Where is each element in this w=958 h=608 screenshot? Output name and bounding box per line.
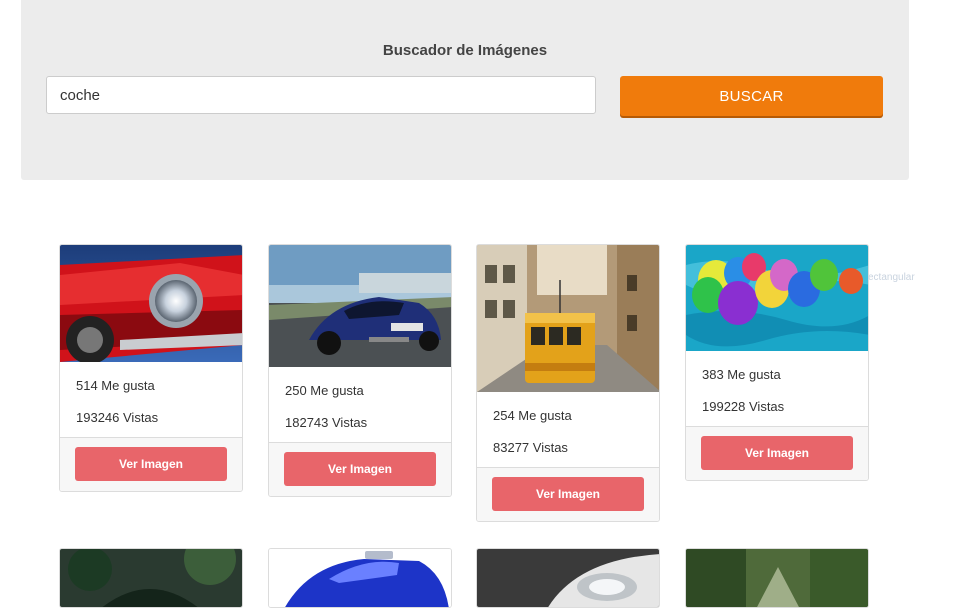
result-card: 383 Me gusta 199228 Vistas Ver Imagen [685, 244, 869, 481]
likes-count: 254 Me gusta [493, 408, 572, 423]
ghost-label: ectangular [868, 272, 915, 283]
result-card [685, 548, 869, 608]
views-count: 182743 Vistas [285, 415, 368, 430]
likes-count: 383 Me gusta [702, 367, 781, 382]
result-image[interactable] [60, 245, 242, 362]
view-image-button[interactable]: Ver Imagen [701, 436, 853, 470]
card-body: 254 Me gusta 83277 Vistas [477, 392, 659, 467]
search-button[interactable]: BUSCAR [620, 76, 883, 116]
views-count: 193246 Vistas [76, 410, 159, 425]
view-image-button[interactable]: Ver Imagen [492, 477, 644, 511]
card-footer: Ver Imagen [60, 437, 242, 491]
view-image-button[interactable]: Ver Imagen [75, 447, 227, 481]
result-image[interactable] [269, 245, 451, 367]
result-image[interactable] [686, 549, 868, 607]
result-image[interactable] [60, 549, 242, 607]
result-card [268, 548, 452, 608]
card-footer: Ver Imagen [477, 467, 659, 521]
search-input[interactable] [46, 76, 596, 114]
likes-count: 514 Me gusta [76, 378, 155, 393]
result-card [59, 548, 243, 608]
card-footer: Ver Imagen [686, 426, 868, 480]
likes-count: 250 Me gusta [285, 383, 364, 398]
views-count: 83277 Vistas [493, 440, 568, 455]
search-panel: Buscador de Imágenes BUSCAR [21, 0, 909, 180]
card-body: 383 Me gusta 199228 Vistas [686, 351, 868, 426]
card-body: 250 Me gusta 182743 Vistas [269, 367, 451, 442]
card-body: 514 Me gusta 193246 Vistas [60, 362, 242, 437]
result-card: 254 Me gusta 83277 Vistas Ver Imagen [476, 244, 660, 522]
search-title: Buscador de Imágenes [382, 42, 548, 59]
card-footer: Ver Imagen [269, 442, 451, 496]
result-card [476, 548, 660, 608]
views-count: 199228 Vistas [702, 399, 785, 414]
result-card: 514 Me gusta 193246 Vistas Ver Imagen [59, 244, 243, 492]
result-image[interactable] [686, 245, 868, 351]
view-image-button[interactable]: Ver Imagen [284, 452, 436, 486]
result-image[interactable] [477, 245, 659, 392]
result-card: 250 Me gusta 182743 Vistas Ver Imagen [268, 244, 452, 497]
result-image[interactable] [269, 549, 451, 607]
result-image[interactable] [477, 549, 659, 607]
